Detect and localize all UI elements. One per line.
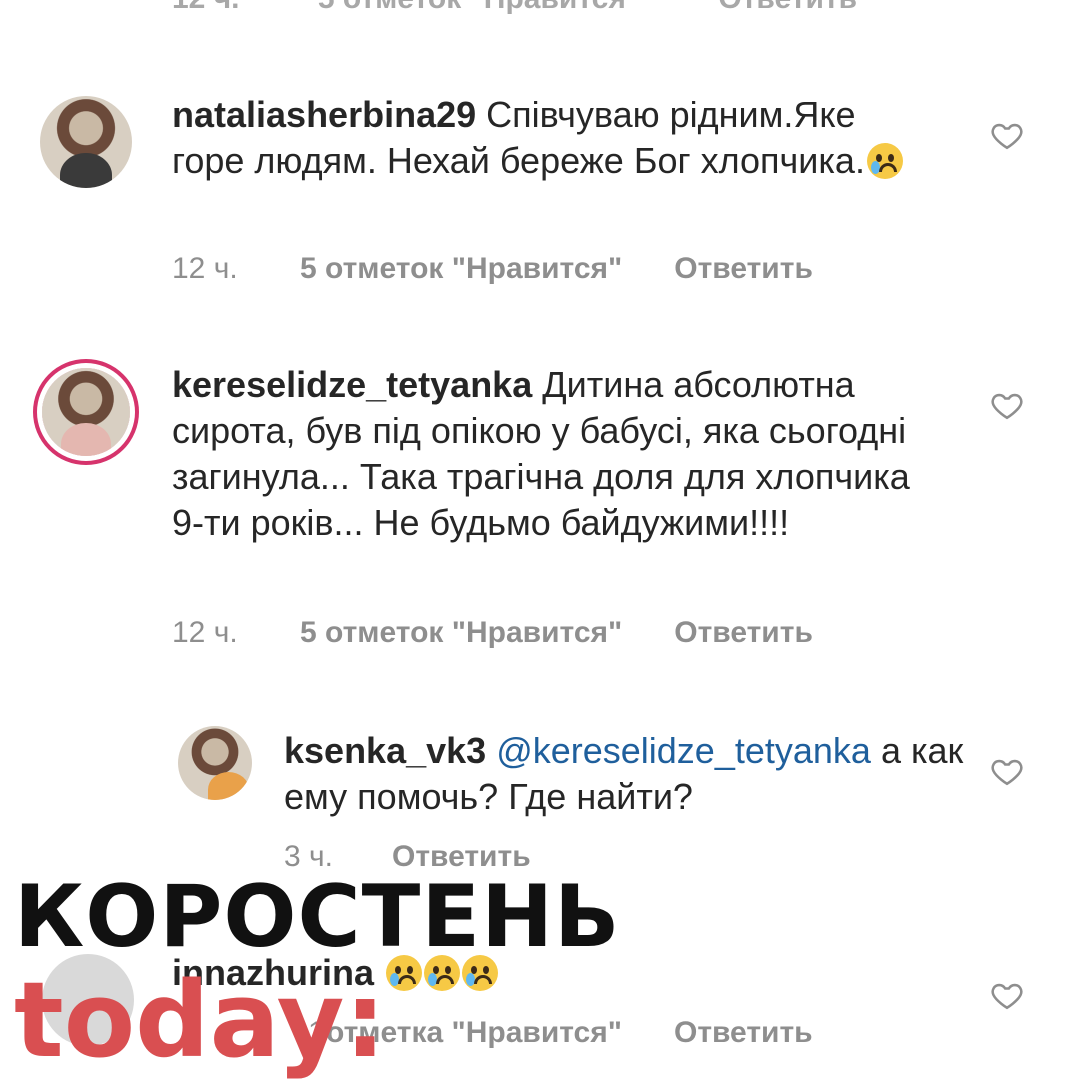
heart-icon[interactable] (990, 388, 1024, 422)
comment-text: ksenka_vk3 @kereselidze_tetyanka а как ем… (284, 728, 964, 820)
top-partial-meta: 12 ч. 5 отметок "Нравится" Ответить (172, 0, 927, 16)
username[interactable]: ksenka_vk3 (284, 730, 486, 771)
likes-link[interactable]: 5 отметок "Нравится" (300, 616, 622, 649)
brand-title: КОРОСТЕНЬ (14, 867, 621, 967)
brand-subtitle: today: (14, 959, 386, 1081)
comment-time: 12 ч. (172, 252, 238, 285)
crying-face-icon (866, 143, 903, 179)
reply-button[interactable]: Ответить (674, 1016, 813, 1049)
avatar[interactable] (178, 726, 252, 800)
avatar[interactable] (40, 96, 132, 188)
comment-meta: 12 ч. 5 отметок "Нравится" Ответить (172, 616, 813, 650)
heart-icon[interactable] (990, 118, 1024, 152)
comment-text: kereselidze_tetyanka Дитина абсолютна сир… (172, 362, 932, 546)
comment-time: 12 ч. (172, 616, 238, 649)
top-reply[interactable]: Ответить (718, 0, 857, 15)
heart-icon[interactable] (990, 754, 1024, 788)
comment-text: nataliasherbina29 Співчуваю рідним.Яке го… (172, 92, 932, 184)
avatar[interactable] (42, 368, 130, 456)
username[interactable]: kereselidze_tetyanka (172, 364, 532, 405)
comment-meta: 12 ч. 5 отметок "Нравится" Ответить (172, 252, 813, 286)
likes-link[interactable]: 5 отметок "Нравится" (300, 252, 622, 285)
reply-button[interactable]: Ответить (674, 252, 813, 285)
heart-icon[interactable] (990, 978, 1024, 1012)
mention-link[interactable]: @kereselidze_tetyanka (496, 730, 871, 771)
username[interactable]: nataliasherbina29 (172, 94, 476, 135)
reply-button[interactable]: Ответить (674, 616, 813, 649)
top-time: 12 ч. (172, 0, 239, 15)
top-likes[interactable]: 5 отметок "Нравится" (318, 0, 640, 15)
